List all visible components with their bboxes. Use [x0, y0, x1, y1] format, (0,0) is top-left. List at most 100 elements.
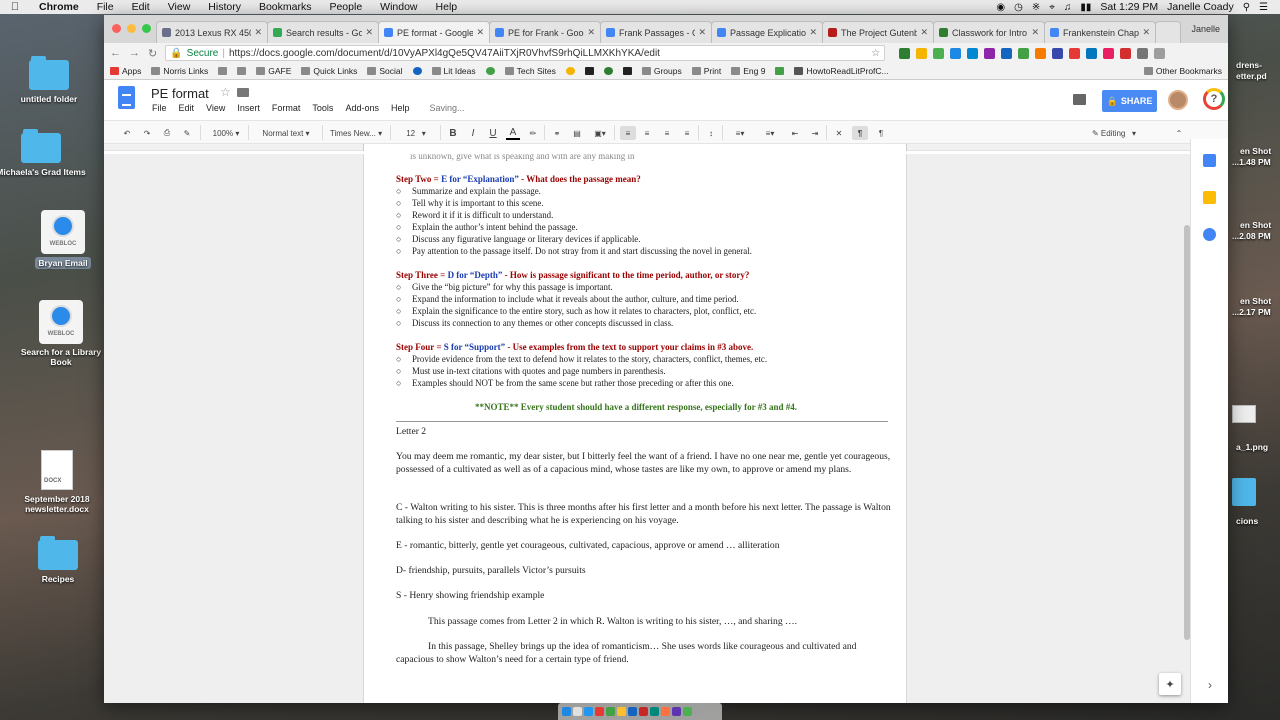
editing-mode-select[interactable]: ✎ Editing ▾ — [1082, 126, 1146, 140]
browser-tab[interactable]: The Project Gutenb ✕ — [822, 21, 934, 43]
docs-menu-tools[interactable]: Tools — [312, 103, 333, 113]
comment-icon[interactable] — [1073, 94, 1086, 105]
avatar[interactable] — [1168, 90, 1188, 110]
desktop-icon-newsletter[interactable]: DOCX September 2018 newsletter.docx — [12, 450, 102, 514]
browser-tab[interactable]: Classwork for Intro ✕ — [933, 21, 1045, 43]
menu-bookmarks[interactable]: Bookmarks — [250, 1, 321, 13]
menubar-user[interactable]: Janelle Coady — [1167, 1, 1234, 13]
bookmark-folder-quick-links[interactable]: Quick Links — [301, 66, 357, 76]
font-select[interactable]: Times New... ▾ — [326, 126, 386, 140]
desktop-icon-grad-items[interactable]: Michaela's Grad Items — [0, 129, 86, 177]
extension-icon[interactable] — [1086, 47, 1098, 59]
menu-window[interactable]: Window — [371, 1, 426, 13]
menu-people[interactable]: People — [320, 1, 371, 13]
wifi-icon[interactable]: ⌖ — [1049, 2, 1055, 13]
link-icon[interactable]: ⚭ — [550, 126, 564, 140]
bookmark-link[interactable] — [775, 67, 785, 75]
extension-icon[interactable] — [916, 47, 928, 59]
close-tab-icon[interactable]: ✕ — [476, 27, 484, 38]
bookmark-link[interactable] — [412, 67, 422, 75]
browser-tab[interactable]: Frankenstein Chapte ✕ — [1044, 21, 1156, 43]
explore-button[interactable]: ✦ — [1159, 673, 1181, 695]
menu-app-chrome[interactable]: Chrome — [30, 1, 88, 13]
bookmark-folder-groups[interactable]: Groups — [641, 66, 682, 76]
print-icon[interactable]: ⎙ — [160, 126, 174, 140]
forward-icon[interactable]: → — [129, 47, 140, 59]
desktop-label-partial[interactable]: ...2.17 PM — [1232, 307, 1271, 317]
text-color-icon[interactable]: A — [506, 126, 520, 140]
google-docs-logo-icon[interactable] — [118, 86, 135, 109]
app-icon[interactable] — [606, 707, 615, 716]
chrome-menu-icon[interactable] — [1154, 47, 1166, 59]
paragraph-style-select[interactable]: Normal text ▾ — [254, 126, 318, 140]
app-icon[interactable] — [595, 707, 604, 716]
bookmark-folder-gafe[interactable]: GAFE — [256, 66, 291, 76]
desktop-label-partial[interactable]: en Shot — [1240, 146, 1271, 156]
extension-icon[interactable] — [1137, 47, 1149, 59]
volume-icon[interactable]: ♫ — [1064, 2, 1072, 13]
extension-icon[interactable] — [984, 47, 996, 59]
record-icon[interactable]: ◉ — [996, 2, 1005, 13]
close-tab-icon[interactable]: ✕ — [365, 27, 373, 38]
desktop-label-partial[interactable]: cions — [1236, 516, 1258, 526]
desktop-icon-bryan-email[interactable]: WEBLOC Bryan Email — [18, 210, 108, 269]
app-icon[interactable] — [683, 707, 692, 716]
desktop-label-partial[interactable]: ...2.08 PM — [1232, 231, 1271, 241]
bold-icon[interactable]: B — [446, 126, 460, 140]
clock-status-icon[interactable]: ◷ — [1014, 2, 1023, 13]
tasks-icon[interactable] — [1203, 228, 1216, 241]
zoom-window-button[interactable] — [142, 24, 151, 33]
desktop-label-partial[interactable]: etter.pd — [1236, 71, 1267, 81]
extension-icon[interactable] — [1052, 47, 1064, 59]
extension-icon[interactable] — [1035, 47, 1047, 59]
clear-formatting-icon[interactable]: ✕ — [832, 126, 846, 140]
extension-icon[interactable] — [967, 47, 979, 59]
bookmark-folder[interactable] — [218, 67, 228, 75]
app-icon[interactable] — [650, 707, 659, 716]
align-right-icon[interactable]: ≡ — [660, 126, 674, 140]
desktop-icon-recipes[interactable]: Recipes — [13, 536, 103, 584]
increase-indent-icon[interactable]: ⇥ — [808, 126, 822, 140]
paint-format-icon[interactable]: ✎ — [180, 126, 194, 140]
battery-icon[interactable]: ▮▮ — [1080, 2, 1091, 13]
desktop-label-partial[interactable]: drens- — [1236, 60, 1262, 70]
close-tab-icon[interactable]: ✕ — [254, 27, 262, 38]
browser-tab[interactable]: Passage Explication ✕ — [711, 21, 823, 43]
docs-menu-edit[interactable]: Edit — [179, 103, 195, 113]
bookmark-howtoreadlit[interactable]: HowtoReadLitProfC... — [794, 66, 889, 76]
zoom-select[interactable]: 100% ▾ — [206, 126, 246, 140]
ruler[interactable] — [104, 144, 1228, 151]
extension-icon[interactable] — [950, 47, 962, 59]
bookmark-folder-eng9[interactable]: Eng 9 — [731, 66, 765, 76]
collapse-menus-icon[interactable]: ⌃ — [1172, 126, 1186, 140]
undo-icon[interactable]: ↶ — [120, 126, 134, 140]
calendar-icon[interactable] — [1203, 154, 1216, 167]
extension-icon[interactable] — [1069, 47, 1081, 59]
redo-icon[interactable]: ↷ — [140, 126, 154, 140]
back-icon[interactable]: ← — [110, 47, 121, 59]
close-tab-icon[interactable]: ✕ — [920, 27, 928, 38]
bookmark-folder-tech-sites[interactable]: Tech Sites — [504, 66, 556, 76]
bookmark-link[interactable] — [485, 67, 495, 75]
menu-edit[interactable]: Edit — [123, 1, 159, 13]
docs-menu-insert[interactable]: Insert — [237, 103, 260, 113]
close-tab-icon[interactable]: ✕ — [1031, 27, 1039, 38]
app-icon[interactable] — [661, 707, 670, 716]
image-file-thumbnail[interactable] — [1232, 405, 1256, 423]
extension-icon[interactable] — [1018, 47, 1030, 59]
browser-tab[interactable]: Frank Passages - Go✕ — [600, 21, 712, 43]
bookmark-other-bookmarks[interactable]: Other Bookmarks — [1143, 66, 1222, 76]
reload-icon[interactable]: ↻ — [148, 47, 157, 60]
menu-history[interactable]: History — [199, 1, 250, 13]
align-justify-icon[interactable]: ≡ — [680, 126, 694, 140]
desktop-label-partial[interactable]: en Shot — [1240, 296, 1271, 306]
folder-icon[interactable] — [1232, 478, 1256, 506]
close-tab-icon[interactable]: ✕ — [1142, 27, 1150, 38]
minimize-window-button[interactable] — [127, 24, 136, 33]
star-icon[interactable]: ☆ — [220, 85, 231, 99]
line-spacing-icon[interactable]: ↕ — [704, 126, 718, 140]
chrome-icon[interactable] — [617, 707, 626, 716]
ltr-paragraph-icon[interactable]: ¶ — [852, 126, 868, 140]
menu-file[interactable]: File — [88, 1, 123, 13]
app-icon[interactable] — [628, 707, 637, 716]
